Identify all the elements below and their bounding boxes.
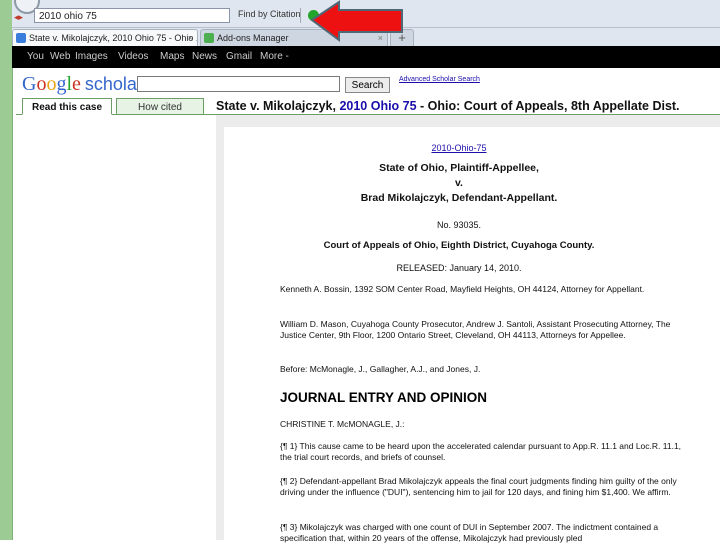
red-arrow-pointer-icon: [310, 0, 403, 42]
tab-close-icon[interactable]: ×: [188, 30, 193, 46]
released-date: RELEASED: January 14, 2010.: [396, 263, 522, 273]
paragraph-1: {¶ 1} This cause came to be heard upon t…: [280, 441, 682, 462]
gbar-link-you[interactable]: You: [27, 51, 44, 62]
gbar-link-maps[interactable]: Maps: [160, 51, 184, 62]
tab-label: Add-ons Manager: [217, 33, 289, 43]
tab-label: State v. Mikolajczyk, 2010 Ohio 75 - Ohi…: [29, 33, 198, 43]
paragraph-2: {¶ 2} Defendant-appellant Brad Mikolajcz…: [280, 476, 677, 497]
citation-link[interactable]: 2010 Ohio 75: [339, 99, 416, 113]
case-number: No. 93035.: [436, 220, 482, 230]
puzzle-piece-icon: [204, 33, 214, 43]
case-title: State v. Mikolajczyk, 2010 Ohio 75 - Ohi…: [216, 99, 680, 113]
gbar-link-images[interactable]: Images: [75, 51, 108, 62]
gbar-link-news[interactable]: News: [192, 51, 217, 62]
court-name: Court of Appeals of Ohio, Eighth Distric…: [323, 240, 595, 251]
opinion-author: CHRISTINE T. McMONAGLE, J.:: [280, 419, 405, 429]
citation-number-link[interactable]: 2010-Ohio-75: [224, 138, 694, 156]
appellant-attorney: Kenneth A. Bossin, 1392 SOM Center Road,…: [280, 284, 645, 294]
advanced-scholar-search-link[interactable]: Advanced Scholar Search: [399, 76, 480, 83]
paragraph-3: {¶ 3} Mikolajczyk was charged with one c…: [280, 522, 659, 543]
google-favicon-icon: [16, 33, 26, 43]
search-button[interactable]: Search: [345, 77, 390, 93]
tab-how-cited[interactable]: How cited: [116, 98, 204, 115]
gbar-link-videos[interactable]: Videos: [118, 51, 148, 62]
scholar-search-input[interactable]: [137, 76, 340, 92]
panel-judges: Before: McMonagle, J., Gallagher, A.J., …: [280, 364, 481, 374]
case-document: 2010-Ohio-75 State of Ohio, Plaintiff-Ap…: [224, 127, 720, 543]
left-green-strip: [0, 0, 13, 540]
defendant-line: Brad Mikolajczyk, Defendant-Appellant.: [360, 192, 558, 204]
appellee-attorneys: William D. Mason, Cuyahoga County Prosec…: [280, 319, 671, 340]
tab-case[interactable]: State v. Mikolajczyk, 2010 Ohio 75 - Ohi…: [12, 29, 198, 46]
gbar-link-gmail[interactable]: Gmail: [226, 51, 252, 62]
find-by-citation-button[interactable]: Find by Citation: [238, 9, 301, 19]
gbar-link-web[interactable]: Web: [50, 51, 70, 62]
url-input[interactable]: 2010 ohio 75: [34, 8, 230, 23]
gbar-link-more[interactable]: More -: [260, 51, 289, 62]
google-bar: You Web Images Videos Maps News Gmail Mo…: [12, 46, 720, 68]
history-arrows-icon[interactable]: ◂▸: [14, 12, 23, 23]
left-panel: [16, 115, 216, 540]
plaintiff-line: State of Ohio, Plaintiff-Appellee,: [379, 162, 539, 174]
opinion-heading: JOURNAL ENTRY AND OPINION: [280, 390, 488, 405]
tab-read-this-case[interactable]: Read this case: [22, 98, 112, 115]
versus-line: v.: [455, 177, 463, 189]
google-scholar-logo[interactable]: Google scholar: [22, 73, 143, 96]
toolbar-divider: [300, 8, 301, 23]
